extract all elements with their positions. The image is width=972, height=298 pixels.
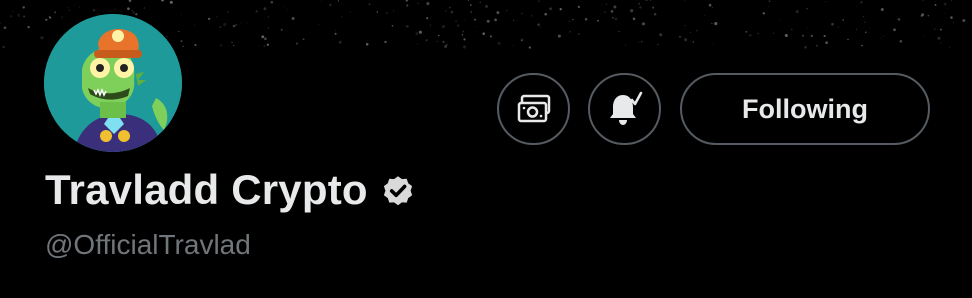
following-button[interactable]: Following	[680, 73, 930, 145]
notifications-button[interactable]	[588, 73, 661, 145]
money-icon	[517, 94, 550, 123]
avatar[interactable]	[44, 14, 182, 152]
bell-check-icon	[609, 91, 642, 125]
verified-badge-icon[interactable]	[380, 174, 416, 210]
profile-name-row: Travladd Crypto	[45, 166, 416, 214]
user-handle: @OfficialTravlad	[45, 229, 251, 260]
following-label: Following	[742, 93, 868, 124]
avatar-lizard-image	[44, 14, 182, 152]
tip-button[interactable]	[497, 73, 570, 145]
display-name: Travladd Crypto	[45, 166, 368, 213]
